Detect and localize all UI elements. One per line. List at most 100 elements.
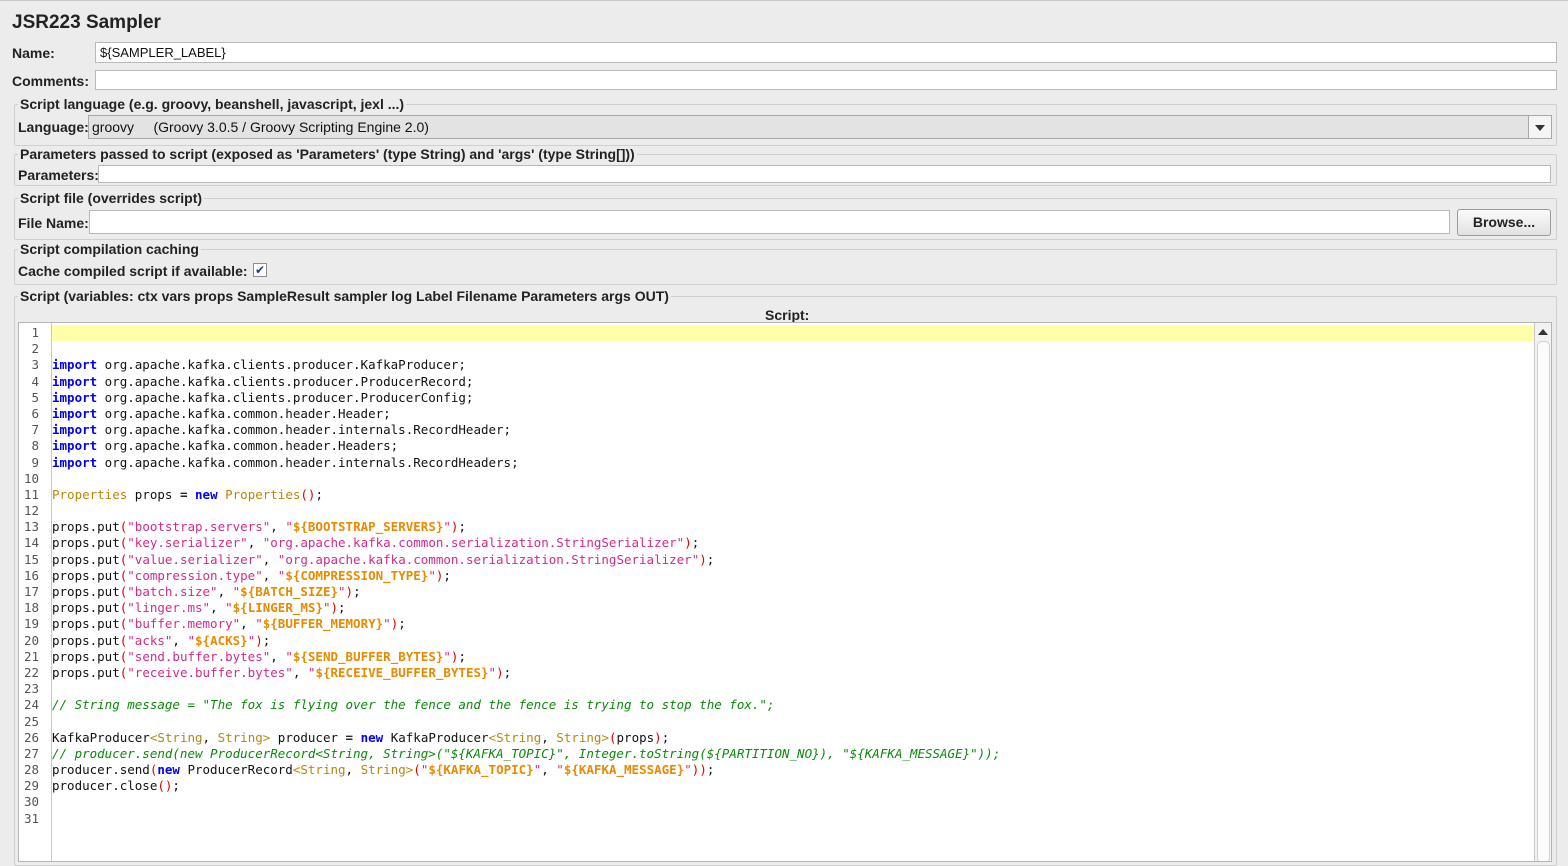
code-line[interactable]: 25 (19, 714, 1535, 730)
code-line[interactable]: 29 producer.close(); (19, 778, 1535, 794)
code-line[interactable]: 10 (19, 471, 1535, 487)
code-line[interactable]: 6 import org.apache.kafka.common.header.H… (19, 406, 1535, 422)
cache-checkbox[interactable]: ✔ (253, 263, 267, 277)
line-number: 9 (31, 454, 39, 470)
code-text[interactable]: props.put("receive.buffer.bytes", "${REC… (52, 665, 511, 681)
code-line[interactable]: 9 import org.apache.kafka.common.header.i… (19, 455, 1535, 471)
line-number: 3 (31, 357, 39, 373)
code-text[interactable]: // producer.send(new ProducerRecord<Stri… (52, 746, 1000, 762)
line-number: 10 (23, 470, 39, 486)
script-caption: Script: (765, 307, 810, 323)
browse-button[interactable]: Browse... (1457, 209, 1551, 236)
code-line[interactable]: 24 // String message = "The fox is flying… (19, 697, 1535, 713)
line-number: 21 (23, 648, 39, 664)
line-number: 30 (23, 794, 39, 810)
scroll-thumb[interactable] (1537, 341, 1550, 861)
dropdown-button[interactable] (1528, 116, 1551, 138)
file-name-field[interactable] (89, 210, 1450, 234)
code-text[interactable]: props.put("send.buffer.bytes", "${SEND_B… (52, 649, 466, 665)
line-number: 11 (23, 486, 39, 502)
line-number: 4 (31, 373, 39, 389)
code-text[interactable]: props.put("key.serializer", "org.apache.… (52, 535, 699, 551)
code-line[interactable]: 27 // producer.send(new ProducerRecord<St… (19, 746, 1535, 762)
comments-label: Comments: (12, 73, 90, 89)
code-line[interactable]: 20 props.put("acks", "${ACKS}"); (19, 633, 1535, 649)
code-line[interactable]: 30 (19, 794, 1535, 810)
code-text[interactable]: props.put("batch.size", "${BATCH_SIZE}")… (52, 584, 361, 600)
line-number: 23 (23, 681, 39, 697)
comments-field[interactable] (95, 70, 1557, 90)
code-line[interactable]: 5 import org.apache.kafka.clients.produce… (19, 390, 1535, 406)
line-number: 16 (23, 567, 39, 583)
code-line[interactable]: 18 props.put("linger.ms", "${LINGER_MS}")… (19, 600, 1535, 616)
code-text[interactable]: producer.close(); (52, 778, 180, 794)
scroll-up-icon[interactable] (1538, 329, 1548, 335)
code-text[interactable]: import org.apache.kafka.clients.producer… (52, 390, 473, 406)
code-line[interactable]: 19 props.put("buffer.memory", "${BUFFER_M… (19, 616, 1535, 632)
code-text[interactable]: Properties props = new Properties(); (52, 487, 323, 503)
line-number: 14 (23, 535, 39, 551)
script-file-legend: Script file (overrides script) (18, 190, 205, 206)
code-text[interactable]: KafkaProducer<String, String> producer =… (52, 730, 669, 746)
line-number: 15 (23, 551, 39, 567)
code-text[interactable]: import org.apache.kafka.common.header.in… (52, 455, 519, 471)
code-text[interactable]: // String message = "The fox is flying o… (52, 697, 774, 713)
line-number: 20 (23, 632, 39, 648)
language-select[interactable]: groovy (Groovy 3.0.5 / Groovy Scripting … (88, 115, 1552, 139)
code-text[interactable]: props.put("acks", "${ACKS}"); (52, 633, 270, 649)
code-text[interactable]: props.put("linger.ms", "${LINGER_MS}"); (52, 600, 346, 616)
line-number: 13 (23, 519, 39, 535)
line-number: 17 (23, 584, 39, 599)
code-line[interactable]: 23 (19, 681, 1535, 697)
line-number: 22 (23, 664, 39, 680)
code-text[interactable]: import org.apache.kafka.clients.producer… (52, 374, 473, 390)
code-text[interactable]: props.put("buffer.memory", "${BUFFER_MEM… (52, 616, 406, 632)
line-number: 12 (23, 503, 39, 519)
code-line[interactable]: 31 (19, 811, 1535, 827)
code-text[interactable]: props.put("bootstrap.servers", "${BOOTST… (52, 519, 466, 535)
code-line[interactable]: 11 Properties props = new Properties(); (19, 487, 1535, 503)
code-text[interactable]: import org.apache.kafka.common.header.He… (52, 406, 391, 422)
code-line[interactable]: 21 props.put("send.buffer.bytes", "${SEND… (19, 649, 1535, 665)
caching-legend: Script compilation caching (18, 241, 201, 257)
line-number: 29 (23, 778, 39, 794)
language-label: Language: (18, 119, 89, 135)
code-line[interactable]: 8 import org.apache.kafka.common.header.H… (19, 438, 1535, 454)
script-editor[interactable]: 1 2 3 import org.apache.kafka.clients.produ… (18, 322, 1552, 862)
code-text[interactable]: import org.apache.kafka.common.header.in… (52, 422, 511, 438)
script-language-legend: Script language (e.g. groovy, beanshell,… (18, 96, 407, 112)
code-line[interactable]: 15 props.put("value.serializer", "org.apa… (19, 552, 1535, 568)
code-lines[interactable]: 1 2 3 import org.apache.kafka.clients.produ… (19, 325, 1535, 827)
code-line[interactable]: 16 props.put("compression.type", "${COMPR… (19, 568, 1535, 584)
line-number: 31 (23, 810, 39, 826)
line-number: 5 (31, 389, 39, 405)
code-line[interactable]: 26 KafkaProducer<String, String> producer… (19, 730, 1535, 746)
code-line[interactable]: 22 props.put("receive.buffer.bytes", "${R… (19, 665, 1535, 681)
code-line[interactable]: 13 props.put("bootstrap.servers", "${BOOT… (19, 519, 1535, 535)
name-field[interactable]: ${SAMPLER_LABEL} (95, 42, 1557, 63)
line-number: 1 (31, 325, 39, 340)
code-text[interactable]: props.put("compression.type", "${COMPRES… (52, 568, 451, 584)
code-line[interactable]: 7 import org.apache.kafka.common.header.i… (19, 422, 1535, 438)
code-line[interactable]: 12 (19, 503, 1535, 519)
code-line[interactable]: 1 (19, 325, 1535, 341)
parameters-label: Parameters: (18, 167, 99, 183)
line-number: 19 (23, 616, 39, 632)
code-line[interactable]: 2 (19, 341, 1535, 357)
line-number: 18 (23, 600, 39, 616)
code-line[interactable]: 3 import org.apache.kafka.clients.produce… (19, 357, 1535, 373)
parameters-field[interactable] (98, 165, 1551, 183)
line-number: 6 (31, 405, 39, 421)
code-line[interactable]: 28 producer.send(new ProducerRecord<Strin… (19, 762, 1535, 778)
name-label: Name: (12, 45, 55, 61)
code-line[interactable]: 14 props.put("key.serializer", "org.apach… (19, 535, 1535, 551)
code-text[interactable]: props.put("value.serializer", "org.apach… (52, 552, 714, 568)
code-line[interactable]: 17 props.put("batch.size", "${BATCH_SIZE}… (19, 584, 1535, 600)
script-legend: Script (variables: ctx vars props Sample… (18, 288, 671, 304)
code-text[interactable]: import org.apache.kafka.clients.producer… (52, 357, 466, 373)
file-name-label: File Name: (18, 215, 89, 231)
code-text[interactable]: producer.send(new ProducerRecord<String,… (52, 762, 714, 778)
code-line[interactable]: 4 import org.apache.kafka.clients.produce… (19, 374, 1535, 390)
code-text[interactable]: import org.apache.kafka.common.header.He… (52, 438, 398, 454)
vertical-scrollbar[interactable] (1534, 323, 1551, 861)
